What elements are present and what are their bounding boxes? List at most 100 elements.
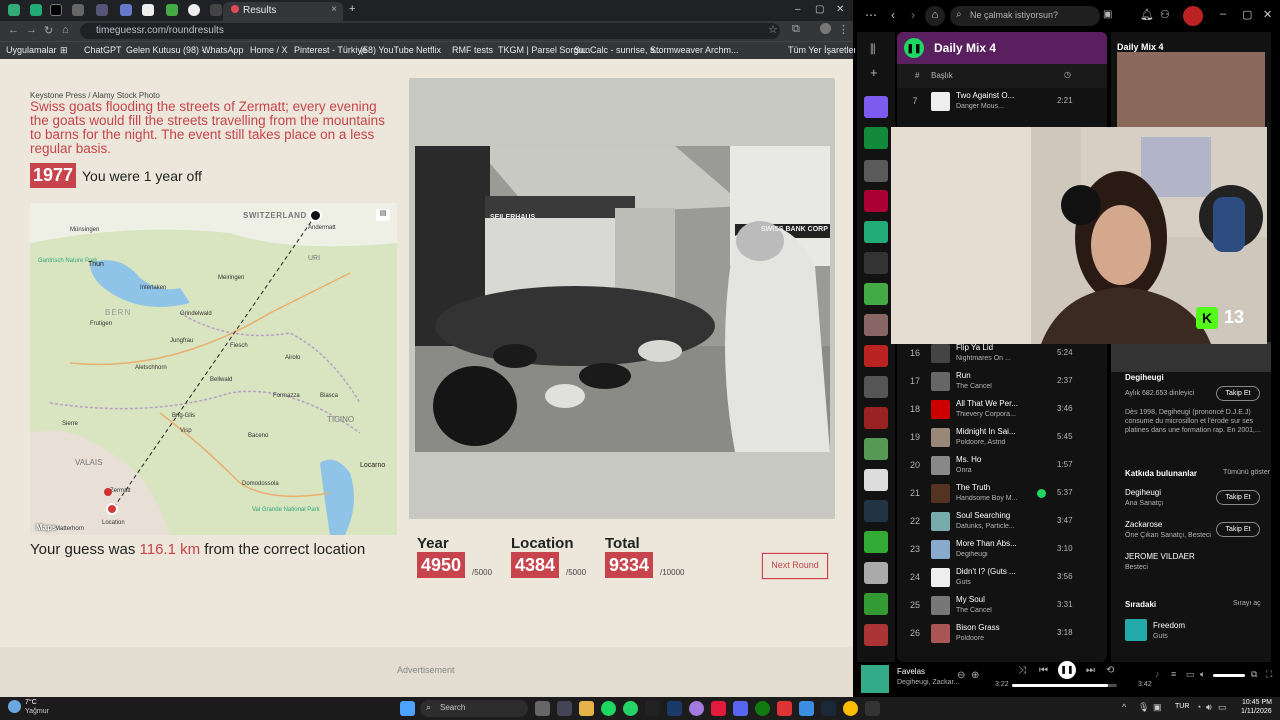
- follow-button[interactable]: Takip Et: [1216, 386, 1260, 401]
- add-icon[interactable]: +: [870, 65, 878, 80]
- whatsapp-icon[interactable]: [623, 701, 638, 716]
- bookmark-item[interactable]: Gelen Kutusu (98) -...: [126, 45, 212, 55]
- new-tab-button[interactable]: +: [349, 3, 355, 15]
- home-icon[interactable]: ⌂: [925, 6, 945, 26]
- bookmark-item[interactable]: Home / X: [250, 45, 288, 55]
- next-icon[interactable]: ⏭︎: [1086, 665, 1095, 676]
- track-title[interactable]: Didn't I? (Guts ...: [956, 567, 1051, 576]
- x-tab-icon[interactable]: [50, 4, 62, 16]
- current-track-name[interactable]: Favelas: [897, 667, 925, 676]
- library-tile[interactable]: [864, 438, 888, 460]
- library-tile[interactable]: [864, 376, 888, 398]
- library-tile[interactable]: [864, 314, 888, 336]
- track-artist[interactable]: Poldoore: [956, 635, 1051, 642]
- close-window-icon[interactable]: ✕: [1263, 8, 1272, 21]
- library-tile[interactable]: [864, 531, 888, 553]
- track-artist[interactable]: Danger Mous...: [956, 103, 1051, 110]
- track-row[interactable]: 20 Ms. Ho Onra 1:57: [897, 452, 1107, 480]
- more-icon[interactable]: ⋯: [865, 8, 877, 22]
- track-title[interactable]: All That We Per...: [956, 399, 1051, 408]
- fullscreen-icon[interactable]: ⛶: [1266, 669, 1272, 680]
- xbox-icon[interactable]: [755, 701, 770, 716]
- adobe-icon[interactable]: [711, 701, 726, 716]
- track-row[interactable]: 17 Run The Cancel 2:37: [897, 368, 1107, 396]
- epic-games-icon[interactable]: [645, 701, 660, 716]
- track-row[interactable]: 26 Bison Grass Poldoore 3:18: [897, 620, 1107, 648]
- devices-icon[interactable]: ▭: [1186, 669, 1195, 680]
- track-title[interactable]: Two Against O...: [956, 91, 1051, 100]
- clock-date[interactable]: 1/11/2026: [1241, 708, 1272, 715]
- tab-icon[interactable]: [142, 4, 154, 16]
- file-explorer-icon[interactable]: [579, 701, 594, 716]
- show-all-link[interactable]: Tümünü göster: [1223, 469, 1270, 476]
- user-avatar[interactable]: [1183, 6, 1203, 26]
- library-icon[interactable]: ⫼: [870, 42, 876, 57]
- library-tile[interactable]: [864, 283, 888, 305]
- track-artist[interactable]: The Cancel: [956, 383, 1051, 390]
- tray-chevron-icon[interactable]: ^: [1122, 702, 1126, 712]
- queue-icon[interactable]: ≡: [1171, 669, 1176, 679]
- progress-bar[interactable]: [1012, 684, 1117, 687]
- track-artist[interactable]: Nightmares On ...: [956, 355, 1051, 362]
- close-tab-icon[interactable]: ×: [331, 4, 337, 15]
- app-icon[interactable]: [777, 701, 792, 716]
- maximize-icon[interactable]: ▢: [1242, 8, 1252, 21]
- remove-icon[interactable]: ⊖: [957, 670, 965, 681]
- home-icon[interactable]: ⌂: [62, 24, 69, 36]
- app-icon[interactable]: [865, 701, 880, 716]
- credit-name[interactable]: Zackarose: [1125, 520, 1162, 529]
- threads-tab-icon[interactable]: [72, 4, 84, 16]
- track-title[interactable]: Flip Ya Lid: [956, 343, 1051, 352]
- network-icon[interactable]: ◔: [1196, 702, 1201, 712]
- forward-arrow-icon[interactable]: →: [26, 24, 37, 36]
- track-artist[interactable]: Guts: [956, 579, 1051, 586]
- track-row[interactable]: 21 The Truth Handsome Boy M... 5:37: [897, 480, 1107, 508]
- discord-tab-icon[interactable]: [96, 4, 108, 16]
- mic-icon[interactable]: 🎙︎: [1138, 702, 1149, 713]
- bookmark-item[interactable]: Stormweaver Archm...: [650, 45, 739, 55]
- minimize-icon[interactable]: –: [1220, 8, 1226, 20]
- bookmark-item[interactable]: Netflix: [416, 45, 441, 55]
- previous-icon[interactable]: ⏮︎: [1039, 665, 1048, 676]
- bookmark-item[interactable]: ChatGPT: [84, 45, 122, 55]
- track-row[interactable]: 7 Two Against O... Danger Mous... 2:21: [897, 88, 1107, 116]
- reload-icon[interactable]: ↻: [44, 24, 53, 37]
- back-chevron-icon[interactable]: ‹: [891, 8, 895, 22]
- chrome-tab-icon[interactable]: [188, 4, 200, 16]
- bookmark-item[interactable]: (58) YouTube: [360, 45, 414, 55]
- windows-start-icon[interactable]: [400, 701, 415, 716]
- photoshop-icon[interactable]: [667, 701, 682, 716]
- library-tile[interactable]: [864, 562, 888, 584]
- next-round-button[interactable]: Next Round: [762, 553, 828, 579]
- sheets-tab-icon[interactable]: [8, 4, 20, 16]
- bookmark-star-icon[interactable]: ☆: [768, 23, 778, 36]
- library-tile[interactable]: [864, 624, 888, 646]
- track-row[interactable]: 22 Soul Searching Dafunks, Particle... 3:47: [897, 508, 1107, 536]
- tray-app-icon[interactable]: ▣: [1153, 702, 1162, 713]
- follow-button[interactable]: Takip Et: [1216, 522, 1260, 537]
- shuffle-icon[interactable]: ⤨: [1018, 665, 1026, 676]
- track-title[interactable]: Midnight In Sai...: [956, 427, 1051, 436]
- next-track-name[interactable]: Freedom: [1153, 621, 1185, 630]
- actual-location-pin-icon[interactable]: [106, 503, 118, 515]
- add-icon[interactable]: ⊕: [971, 670, 979, 681]
- minimize-icon[interactable]: –: [795, 4, 801, 15]
- track-row[interactable]: 16 Flip Ya Lid Nightmares On ... 5:24: [897, 340, 1107, 368]
- track-title[interactable]: My Soul: [956, 595, 1051, 604]
- apps-grid-icon[interactable]: ⊞: [60, 45, 68, 56]
- library-tile[interactable]: [864, 160, 888, 182]
- current-track-artist[interactable]: Degiheugi, Zackar...: [897, 679, 959, 686]
- track-artist[interactable]: Degiheugi: [956, 551, 1051, 558]
- weather-icon[interactable]: [8, 700, 21, 713]
- track-artist[interactable]: Poldoore, Astrid: [956, 439, 1051, 446]
- liked-check-icon[interactable]: [1037, 489, 1046, 498]
- profile-avatar[interactable]: [820, 23, 831, 34]
- discord-tab-icon[interactable]: [120, 4, 132, 16]
- address-bar[interactable]: timeguessr.com/roundresults: [80, 23, 780, 39]
- library-tile[interactable]: [864, 252, 888, 274]
- bookmark-item[interactable]: SunCalc - sunrise, s...: [574, 45, 662, 55]
- back-arrow-icon[interactable]: ←: [8, 24, 19, 36]
- library-tile[interactable]: [864, 500, 888, 522]
- extensions-icon[interactable]: ⧉: [792, 23, 800, 36]
- sheets-tab-icon[interactable]: [30, 4, 42, 16]
